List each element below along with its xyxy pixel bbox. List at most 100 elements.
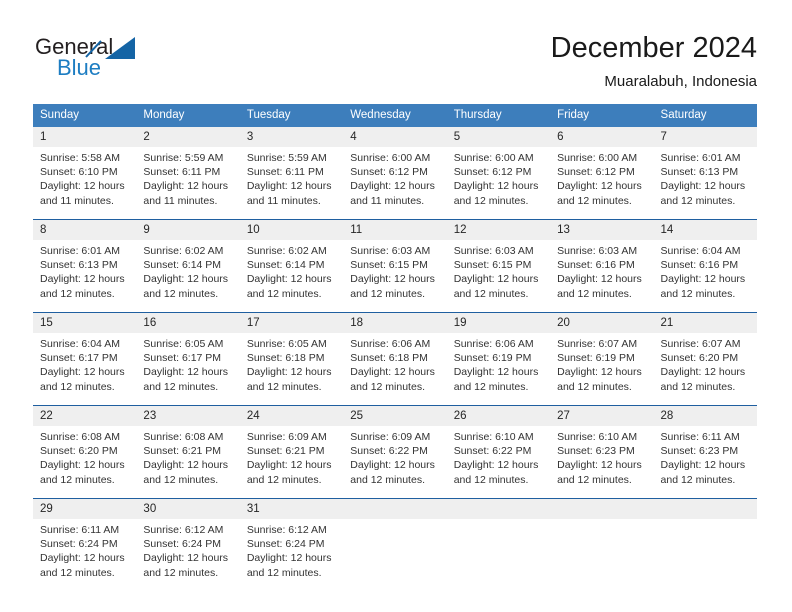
daylight-text-line2: and 12 minutes.	[40, 566, 115, 579]
day-number[interactable]: 13	[550, 220, 654, 240]
day-cell[interactable]: Sunrise: 6:01 AM Sunset: 6:13 PM Dayligh…	[33, 240, 137, 312]
day-cell[interactable]: Sunrise: 6:09 AM Sunset: 6:22 PM Dayligh…	[343, 426, 447, 498]
day-cell[interactable]: Sunrise: 6:05 AM Sunset: 6:17 PM Dayligh…	[136, 333, 240, 405]
day-number[interactable]: 1	[33, 127, 137, 147]
general-blue-logo: General Blue	[35, 34, 245, 92]
day-number[interactable]: 22	[33, 406, 137, 426]
daylight-text-line1: Daylight: 12 hours	[453, 273, 539, 286]
day-number[interactable]: 17	[239, 313, 344, 333]
day-cell[interactable]: Sunrise: 6:00 AM Sunset: 6:12 PM Dayligh…	[550, 147, 654, 219]
day-number[interactable]: 14	[653, 220, 757, 240]
day-number[interactable]: 5	[446, 127, 551, 147]
day-cell[interactable]: Sunrise: 6:12 AM Sunset: 6:24 PM Dayligh…	[239, 519, 344, 591]
day-cell[interactable]: Sunrise: 6:02 AM Sunset: 6:14 PM Dayligh…	[136, 240, 240, 312]
day-cell[interactable]: Sunrise: 5:58 AM Sunset: 6:10 PM Dayligh…	[33, 147, 137, 219]
day-cell[interactable]: Sunrise: 6:03 AM Sunset: 6:16 PM Dayligh…	[550, 240, 654, 312]
day-number[interactable]: 21	[653, 313, 757, 333]
day-number[interactable]: 2	[136, 127, 240, 147]
sunset-text: Sunset: 6:23 PM	[660, 445, 739, 458]
daylight-text-line1: Daylight: 12 hours	[143, 552, 229, 565]
day-number[interactable]: 26	[446, 406, 551, 426]
day-cell[interactable]: Sunrise: 6:11 AM Sunset: 6:24 PM Dayligh…	[33, 519, 137, 591]
day-number[interactable]: 8	[33, 220, 137, 240]
day-cell[interactable]: Sunrise: 6:12 AM Sunset: 6:24 PM Dayligh…	[136, 519, 240, 591]
day-number[interactable]: 18	[343, 313, 447, 333]
daylight-text-line1: Daylight: 12 hours	[453, 180, 539, 193]
daylight-text-line1: Daylight: 12 hours	[40, 459, 125, 472]
day-number[interactable]: 7	[653, 127, 757, 147]
daylight-text-line2: and 12 minutes.	[350, 287, 425, 300]
day-cell[interactable]: Sunrise: 6:05 AM Sunset: 6:18 PM Dayligh…	[239, 333, 344, 405]
sunrise-text: Sunrise: 6:05 AM	[246, 338, 327, 350]
day-number[interactable]: 23	[136, 406, 240, 426]
daylight-text-line2: and 12 minutes.	[660, 473, 736, 486]
day-cell[interactable]: Sunrise: 6:06 AM Sunset: 6:18 PM Dayligh…	[343, 333, 447, 405]
day-cell[interactable]: Sunrise: 6:00 AM Sunset: 6:12 PM Dayligh…	[446, 147, 551, 219]
day-number[interactable]: 3	[239, 127, 344, 147]
sunrise-text: Sunrise: 6:04 AM	[40, 338, 120, 350]
day-cell[interactable]: Sunrise: 6:10 AM Sunset: 6:22 PM Dayligh…	[446, 426, 551, 498]
day-cell[interactable]: Sunrise: 6:04 AM Sunset: 6:17 PM Dayligh…	[33, 333, 137, 405]
day-number[interactable]: 9	[136, 220, 240, 240]
sunset-text: Sunset: 6:22 PM	[453, 445, 532, 458]
day-number[interactable]: 12	[446, 220, 551, 240]
day-cell[interactable]: Sunrise: 6:03 AM Sunset: 6:15 PM Dayligh…	[446, 240, 551, 312]
day-number[interactable]: 29	[33, 499, 137, 519]
day-cell[interactable]: Sunrise: 6:06 AM Sunset: 6:19 PM Dayligh…	[446, 333, 551, 405]
day-cell[interactable]: Sunrise: 6:01 AM Sunset: 6:13 PM Dayligh…	[653, 147, 757, 219]
daylight-text-line1: Daylight: 12 hours	[143, 459, 229, 472]
sunset-text: Sunset: 6:11 PM	[246, 166, 324, 179]
day-number[interactable]: 19	[446, 313, 551, 333]
sunset-text: Sunset: 6:11 PM	[143, 166, 221, 179]
weekday-header-thursday: Thursday	[446, 104, 551, 127]
sunset-text: Sunset: 6:20 PM	[40, 445, 118, 458]
daylight-text-line2: and 11 minutes.	[350, 194, 425, 207]
sunset-text: Sunset: 6:10 PM	[40, 166, 118, 179]
day-cell[interactable]: Sunrise: 6:03 AM Sunset: 6:15 PM Dayligh…	[343, 240, 447, 312]
daylight-text-line2: and 12 minutes.	[350, 380, 425, 393]
daylight-text-line1: Daylight: 12 hours	[660, 366, 746, 379]
day-cell[interactable]: Sunrise: 6:10 AM Sunset: 6:23 PM Dayligh…	[550, 426, 654, 498]
day-number[interactable]: 15	[33, 313, 137, 333]
day-cell[interactable]: Sunrise: 6:11 AM Sunset: 6:23 PM Dayligh…	[653, 426, 757, 498]
day-cell[interactable]: Sunrise: 5:59 AM Sunset: 6:11 PM Dayligh…	[136, 147, 240, 219]
day-number[interactable]: 10	[239, 220, 344, 240]
day-cell[interactable]: Sunrise: 6:08 AM Sunset: 6:21 PM Dayligh…	[136, 426, 240, 498]
day-number[interactable]: 6	[550, 127, 654, 147]
daylight-text-line1: Daylight: 12 hours	[246, 366, 332, 379]
week-2-daynumbers: 8 9 10 11 12 13 14	[33, 220, 757, 240]
day-number[interactable]: 16	[136, 313, 240, 333]
calendar-header-row: Sunday Monday Tuesday Wednesday Thursday…	[33, 104, 757, 127]
sunset-text: Sunset: 6:19 PM	[557, 352, 635, 365]
sunrise-text: Sunrise: 5:59 AM	[143, 152, 224, 164]
sunrise-text: Sunrise: 6:04 AM	[660, 245, 741, 257]
sunrise-text: Sunrise: 6:00 AM	[350, 152, 431, 164]
day-cell[interactable]: Sunrise: 6:07 AM Sunset: 6:20 PM Dayligh…	[653, 333, 757, 405]
day-number[interactable]: 20	[550, 313, 654, 333]
sunrise-text: Sunrise: 6:07 AM	[660, 338, 741, 350]
day-number[interactable]: 28	[653, 406, 757, 426]
day-number[interactable]: 30	[136, 499, 240, 519]
day-number[interactable]: 25	[343, 406, 447, 426]
day-number[interactable]: 31	[239, 499, 344, 519]
sunset-text: Sunset: 6:20 PM	[660, 352, 739, 365]
day-cell[interactable]: Sunrise: 6:04 AM Sunset: 6:16 PM Dayligh…	[653, 240, 757, 312]
day-number[interactable]: 11	[343, 220, 447, 240]
day-cell[interactable]: Sunrise: 6:07 AM Sunset: 6:19 PM Dayligh…	[550, 333, 654, 405]
weekday-header-monday: Monday	[136, 104, 240, 127]
day-cell[interactable]: Sunrise: 6:00 AM Sunset: 6:12 PM Dayligh…	[343, 147, 447, 219]
sunrise-text: Sunrise: 6:01 AM	[40, 245, 120, 257]
day-number[interactable]: 27	[550, 406, 654, 426]
day-cell[interactable]: Sunrise: 6:02 AM Sunset: 6:14 PM Dayligh…	[239, 240, 344, 312]
sunrise-text: Sunrise: 6:03 AM	[350, 245, 431, 257]
sunset-text: Sunset: 6:18 PM	[246, 352, 325, 365]
sunrise-text: Sunrise: 5:59 AM	[246, 152, 327, 164]
week-2-details: Sunrise: 6:01 AM Sunset: 6:13 PM Dayligh…	[33, 240, 757, 312]
day-cell[interactable]: Sunrise: 6:08 AM Sunset: 6:20 PM Dayligh…	[33, 426, 137, 498]
day-cell[interactable]: Sunrise: 6:09 AM Sunset: 6:21 PM Dayligh…	[239, 426, 344, 498]
week-4-daynumbers: 22 23 24 25 26 27 28	[33, 406, 757, 426]
day-cell[interactable]: Sunrise: 5:59 AM Sunset: 6:11 PM Dayligh…	[239, 147, 344, 219]
day-number[interactable]: 4	[343, 127, 447, 147]
day-number[interactable]: 24	[239, 406, 344, 426]
daylight-text-line2: and 12 minutes.	[40, 287, 115, 300]
